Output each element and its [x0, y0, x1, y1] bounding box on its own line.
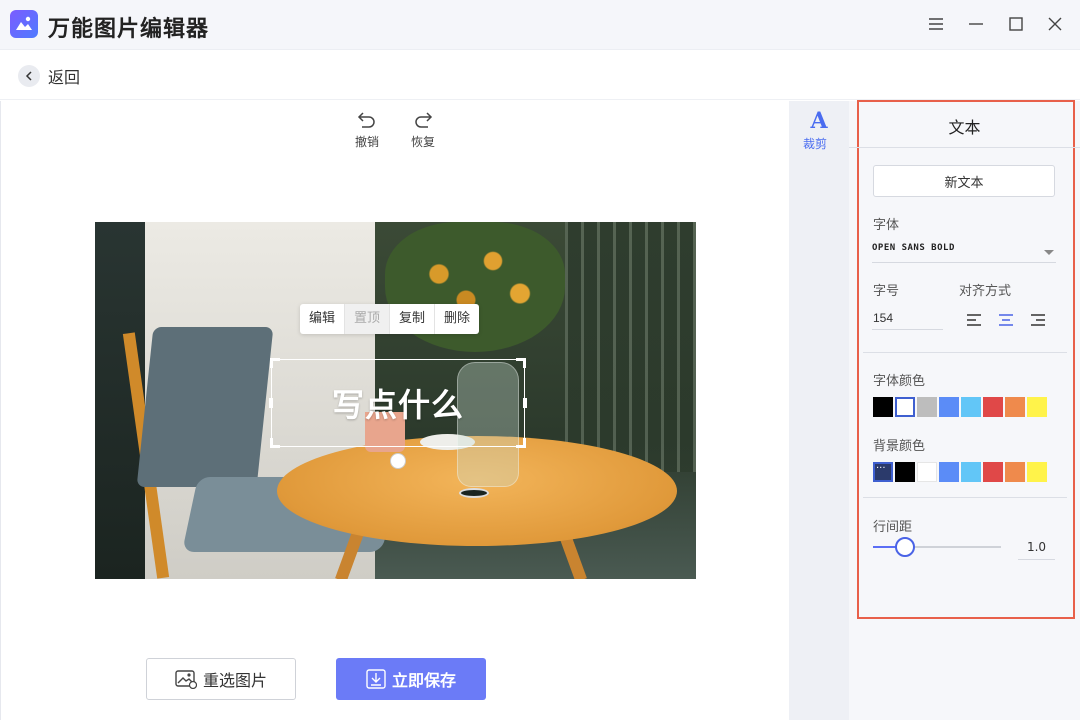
- app-title: 万能图片编辑器: [48, 17, 210, 42]
- crop-tool-label: 裁剪: [803, 137, 828, 151]
- copy-menu-item[interactable]: 复制: [390, 304, 436, 334]
- save-now-label: 立即保存: [391, 671, 456, 690]
- background-color-swatch[interactable]: [961, 462, 981, 482]
- back-bar: 返回: [0, 50, 1080, 100]
- undo-button[interactable]: 撤销: [347, 111, 387, 150]
- resize-handle[interactable]: [523, 398, 527, 408]
- save-now-button[interactable]: 立即保存: [336, 658, 486, 700]
- background-color-swatch[interactable]: [939, 462, 959, 482]
- alignment-label: 对齐方式: [959, 284, 1012, 299]
- chevron-down-icon: [1044, 250, 1054, 255]
- background-color-label: 背景颜色: [873, 439, 926, 454]
- background-color-swatch[interactable]: [1005, 462, 1025, 482]
- photo-chair-back: [136, 327, 274, 487]
- close-icon[interactable]: [1043, 12, 1067, 36]
- background-color-swatch[interactable]: [917, 462, 937, 482]
- back-button[interactable]: 返回: [18, 64, 80, 88]
- font-color-label: 字体颜色: [873, 374, 926, 389]
- delete-menu-item[interactable]: 删除: [435, 304, 479, 334]
- selected-indicator: ···: [876, 463, 886, 474]
- text-layer-content: 写点什么: [331, 386, 464, 424]
- font-color-swatch[interactable]: [895, 397, 915, 417]
- redo-label: 恢复: [410, 135, 435, 149]
- font-color-swatch[interactable]: [939, 397, 959, 417]
- edit-menu-item[interactable]: 编辑: [300, 304, 346, 334]
- divider: [863, 352, 1067, 353]
- resize-handle[interactable]: [516, 358, 526, 368]
- undo-icon: [357, 112, 375, 128]
- font-select[interactable]: OPEN SANS BOLD: [872, 238, 1056, 263]
- font-color-swatch[interactable]: [983, 397, 1003, 417]
- background-color-swatch[interactable]: [1027, 462, 1047, 482]
- text-tool-icon: A: [810, 108, 828, 134]
- font-color-swatch[interactable]: [1027, 397, 1047, 417]
- font-color-swatch[interactable]: [1005, 397, 1025, 417]
- panel-title: 文本: [948, 118, 981, 137]
- font-color-swatches: [873, 397, 1049, 417]
- align-center-icon: [999, 314, 1013, 326]
- background-color-swatches: ···: [873, 462, 1049, 482]
- rotate-handle[interactable]: [390, 453, 406, 469]
- resize-handle[interactable]: [270, 438, 280, 448]
- align-right-button[interactable]: [1030, 312, 1048, 328]
- reselect-image-button[interactable]: 重选图片: [146, 658, 296, 700]
- crop-tool[interactable]: A 裁剪: [803, 108, 835, 151]
- line-spacing-value[interactable]: 1.0: [1018, 538, 1055, 560]
- text-context-menu: 编辑 置顶 复制 删除: [300, 304, 480, 334]
- align-left-button[interactable]: [966, 312, 984, 328]
- minimize-icon[interactable]: [964, 12, 988, 36]
- maximize-icon[interactable]: [1004, 12, 1028, 36]
- menu-icon[interactable]: [924, 12, 948, 36]
- align-left-icon: [967, 314, 981, 326]
- align-center-button[interactable]: [998, 312, 1016, 328]
- font-size-label: 字号: [873, 284, 900, 299]
- line-spacing-label: 行间距: [873, 520, 913, 535]
- bring-to-top-menu-item[interactable]: 置顶: [345, 304, 391, 334]
- undo-label: 撤销: [354, 135, 379, 149]
- canvas-area: 撤销 恢复 编辑 置顶 复制 删除 写点什么 重选图片 立即保存: [0, 101, 789, 720]
- font-color-swatch[interactable]: [873, 397, 893, 417]
- download-icon: [366, 669, 386, 689]
- align-right-icon: [1031, 314, 1045, 326]
- photo-curtain: [565, 222, 696, 472]
- redo-icon: [415, 112, 433, 128]
- font-color-swatch[interactable]: [961, 397, 981, 417]
- resize-handle[interactable]: [269, 398, 273, 408]
- redo-button[interactable]: 恢复: [403, 111, 443, 150]
- resize-handle[interactable]: [516, 438, 526, 448]
- font-label: 字体: [873, 218, 900, 233]
- text-layer-box[interactable]: 写点什么: [269, 358, 527, 448]
- font-select-value: OPEN SANS BOLD: [872, 243, 955, 253]
- reselect-image-label: 重选图片: [202, 671, 267, 690]
- background-color-swatch[interactable]: ···: [873, 462, 893, 482]
- slider-thumb[interactable]: [895, 537, 915, 557]
- app-logo-icon: [10, 10, 38, 38]
- resize-handle[interactable]: [270, 358, 280, 368]
- divider: [849, 147, 1080, 148]
- chevron-left-icon: [18, 65, 40, 87]
- photo-coaster: [459, 488, 489, 498]
- background-color-swatch[interactable]: [983, 462, 1003, 482]
- background-color-swatch[interactable]: [895, 462, 915, 482]
- tool-strip: A 裁剪: [789, 101, 849, 720]
- divider: [863, 497, 1067, 498]
- line-spacing-slider[interactable]: [873, 537, 1001, 557]
- font-color-swatch[interactable]: [917, 397, 937, 417]
- back-label: 返回: [48, 68, 81, 87]
- font-size-input[interactable]: [872, 306, 943, 330]
- title-bar: 万能图片编辑器: [0, 0, 1080, 50]
- image-icon: [175, 670, 197, 689]
- new-text-button[interactable]: 新文本: [873, 165, 1055, 197]
